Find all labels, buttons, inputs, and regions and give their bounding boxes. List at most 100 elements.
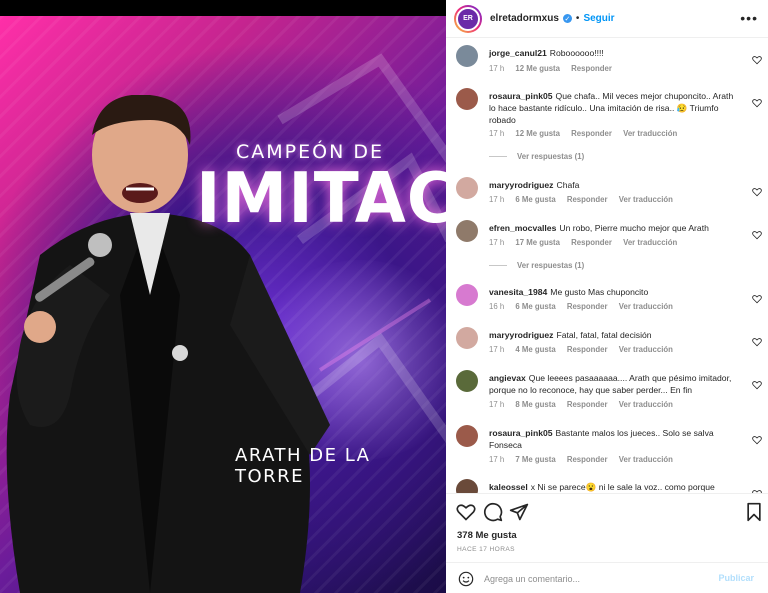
- comment-input[interactable]: [484, 573, 704, 584]
- view-replies-line: [489, 156, 507, 157]
- comment-likes[interactable]: 12 Me gusta: [515, 64, 560, 73]
- comment-avatar[interactable]: [456, 479, 478, 493]
- heart-icon[interactable]: [752, 337, 762, 347]
- comment-likes[interactable]: 17 Me gusta: [515, 238, 560, 247]
- comment-meta: 17 h 12 Me gusta Responder: [489, 64, 621, 73]
- comment-username[interactable]: efren_mocvalles: [489, 223, 556, 233]
- translate-button[interactable]: Ver traducción: [623, 238, 677, 247]
- comment-body: Un robo, Pierre mucho mejor que Arath: [559, 223, 709, 233]
- performer-name-caption: ARATH DE LA TORRE: [235, 445, 371, 487]
- reply-button[interactable]: Responder: [567, 400, 608, 409]
- comment-text: maryyrodriguez Fatal, fatal, fatal decisi…: [489, 329, 737, 341]
- account-avatar-image: ER: [456, 6, 480, 31]
- comment-username[interactable]: rosaura_pink05: [489, 428, 553, 438]
- comment-username[interactable]: maryyrodriguez: [489, 330, 553, 340]
- comment-likes[interactable]: 12 Me gusta: [515, 129, 560, 138]
- account-avatar[interactable]: ER: [454, 4, 482, 33]
- comments-list[interactable]: jorge_canul21 Roboooooo!!!! 17 h 12 Me gu…: [446, 39, 768, 493]
- view-replies-button[interactable]: Ver respuestas (1): [489, 152, 584, 161]
- post-time[interactable]: HACE 17 HORAS: [457, 546, 515, 553]
- comment-body: Me gusto Mas chuponcito: [550, 287, 649, 297]
- comment-username[interactable]: angievax: [489, 373, 526, 383]
- comment-username[interactable]: kaleossel: [489, 482, 528, 492]
- add-comment-bar: Publicar: [446, 562, 768, 593]
- comment-avatar[interactable]: [456, 370, 478, 392]
- comment-meta: 17 h 12 Me gusta Responder Ver traducció…: [489, 129, 686, 138]
- translate-button[interactable]: Ver traducción: [619, 455, 673, 464]
- reply-button[interactable]: Responder: [571, 129, 612, 138]
- reply-button[interactable]: Responder: [567, 455, 608, 464]
- post-header: ER elretadormxus ✓ • Seguir •••: [446, 0, 768, 38]
- comment-time[interactable]: 17 h: [489, 129, 504, 138]
- post-image[interactable]: CAMPEÓN DE IMITACIÓN ARATH DE LA TORRE: [0, 0, 446, 593]
- comment-likes[interactable]: 7 Me gusta: [515, 455, 555, 464]
- comment-avatar[interactable]: [456, 284, 478, 306]
- heart-icon[interactable]: [752, 380, 762, 390]
- comment-username[interactable]: vanesita_1984: [489, 287, 547, 297]
- reply-button[interactable]: Responder: [567, 302, 608, 311]
- heart-icon[interactable]: [752, 230, 762, 240]
- view-replies-label: Ver respuestas (1): [517, 261, 585, 270]
- more-options-icon[interactable]: •••: [740, 10, 758, 26]
- view-replies-line: [489, 265, 507, 266]
- share-plane-icon[interactable]: [509, 502, 529, 522]
- heart-icon[interactable]: [752, 187, 762, 197]
- post-actions: 378 Me gusta HACE 17 HORAS Publicar: [446, 493, 768, 593]
- comment-time[interactable]: 17 h: [489, 238, 504, 247]
- reply-button[interactable]: Responder: [571, 238, 612, 247]
- comment-text: kaleossel x Ni se parece😮 ni le sale la v…: [489, 481, 737, 493]
- comment-time[interactable]: 17 h: [489, 64, 504, 73]
- comment-body: x Ni se parece😮 ni le sale la voz.. como…: [530, 482, 715, 492]
- heart-icon[interactable]: [752, 98, 762, 108]
- comment-meta: 17 h 17 Me gusta Responder Ver traducció…: [489, 238, 686, 247]
- comment-username[interactable]: rosaura_pink05: [489, 91, 553, 101]
- emoji-icon[interactable]: [458, 571, 474, 587]
- like-heart-icon[interactable]: [456, 502, 476, 522]
- comment-avatar[interactable]: [456, 425, 478, 447]
- comment-likes[interactable]: 6 Me gusta: [515, 195, 555, 204]
- heart-icon[interactable]: [752, 294, 762, 304]
- reply-button[interactable]: Responder: [567, 345, 608, 354]
- translate-button[interactable]: Ver traducción: [619, 400, 673, 409]
- comment-meta: 17 h 6 Me gusta Responder Ver traducción: [489, 195, 682, 204]
- comment-body: Roboooooo!!!!: [549, 48, 604, 58]
- comment-text: rosaura_pink05 Bastante malos los jueces.…: [489, 427, 737, 451]
- headline-big: IMITACIÓN: [196, 158, 446, 239]
- comment-meta: 16 h 6 Me gusta Responder Ver traducción: [489, 302, 682, 311]
- likes-count[interactable]: 378 Me gusta: [457, 530, 517, 541]
- comment-time[interactable]: 17 h: [489, 345, 504, 354]
- comment-time[interactable]: 17 h: [489, 195, 504, 204]
- verified-badge-icon: ✓: [562, 14, 572, 23]
- comment-bubble-icon[interactable]: [483, 502, 503, 522]
- comment-time[interactable]: 17 h: [489, 455, 504, 464]
- heart-icon[interactable]: [752, 435, 762, 445]
- view-replies-button[interactable]: Ver respuestas (1): [489, 261, 584, 270]
- comment-time[interactable]: 16 h: [489, 302, 504, 311]
- comment-time[interactable]: 17 h: [489, 400, 504, 409]
- comment-username[interactable]: jorge_canul21: [489, 48, 547, 58]
- reply-button[interactable]: Responder: [571, 64, 612, 73]
- comment-meta: 17 h 8 Me gusta Responder Ver traducción: [489, 400, 682, 409]
- heart-icon[interactable]: [752, 55, 762, 65]
- comment-avatar[interactable]: [456, 177, 478, 199]
- comment-avatar[interactable]: [456, 45, 478, 67]
- publish-button[interactable]: Publicar: [718, 573, 754, 583]
- comment-body: Fatal, fatal, fatal decisión: [556, 330, 652, 340]
- translate-button[interactable]: Ver traducción: [623, 129, 677, 138]
- comment-avatar[interactable]: [456, 220, 478, 242]
- comment-likes[interactable]: 4 Me gusta: [515, 345, 555, 354]
- comment-avatar[interactable]: [456, 88, 478, 110]
- save-bookmark-icon[interactable]: [744, 502, 764, 522]
- translate-button[interactable]: Ver traducción: [619, 345, 673, 354]
- translate-button[interactable]: Ver traducción: [619, 302, 673, 311]
- comment-likes[interactable]: 8 Me gusta: [515, 400, 555, 409]
- media-top-strip: [0, 0, 446, 16]
- translate-button[interactable]: Ver traducción: [619, 195, 673, 204]
- comment-avatar[interactable]: [456, 327, 478, 349]
- reply-button[interactable]: Responder: [567, 195, 608, 204]
- comment-username[interactable]: maryyrodriguez: [489, 180, 553, 190]
- comment-likes[interactable]: 6 Me gusta: [515, 302, 555, 311]
- comment-text: angievax Que leeees pasaaaaaa.... Arath q…: [489, 372, 737, 396]
- account-username[interactable]: elretadormxus: [490, 13, 559, 24]
- follow-button[interactable]: Seguir: [583, 13, 614, 24]
